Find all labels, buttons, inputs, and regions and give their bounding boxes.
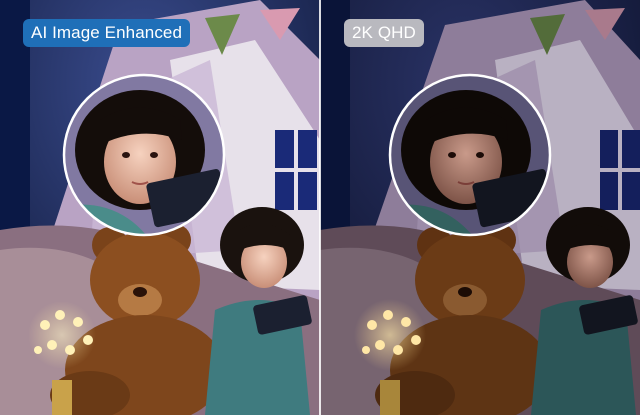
child-figure <box>531 207 638 415</box>
window-shape <box>600 130 640 210</box>
comparison-view: AI Image Enhanced 2K QHD <box>0 0 640 415</box>
qhd-label-badge: 2K QHD <box>344 19 424 47</box>
child-figure <box>205 207 312 415</box>
enhanced-photo <box>0 0 320 415</box>
panel-divider <box>319 0 321 415</box>
enhanced-panel: AI Image Enhanced <box>0 0 320 415</box>
qhd-panel: 2K QHD <box>320 0 640 415</box>
qhd-photo <box>320 0 640 415</box>
window-shape <box>275 130 317 210</box>
enhanced-label-badge: AI Image Enhanced <box>23 19 191 47</box>
